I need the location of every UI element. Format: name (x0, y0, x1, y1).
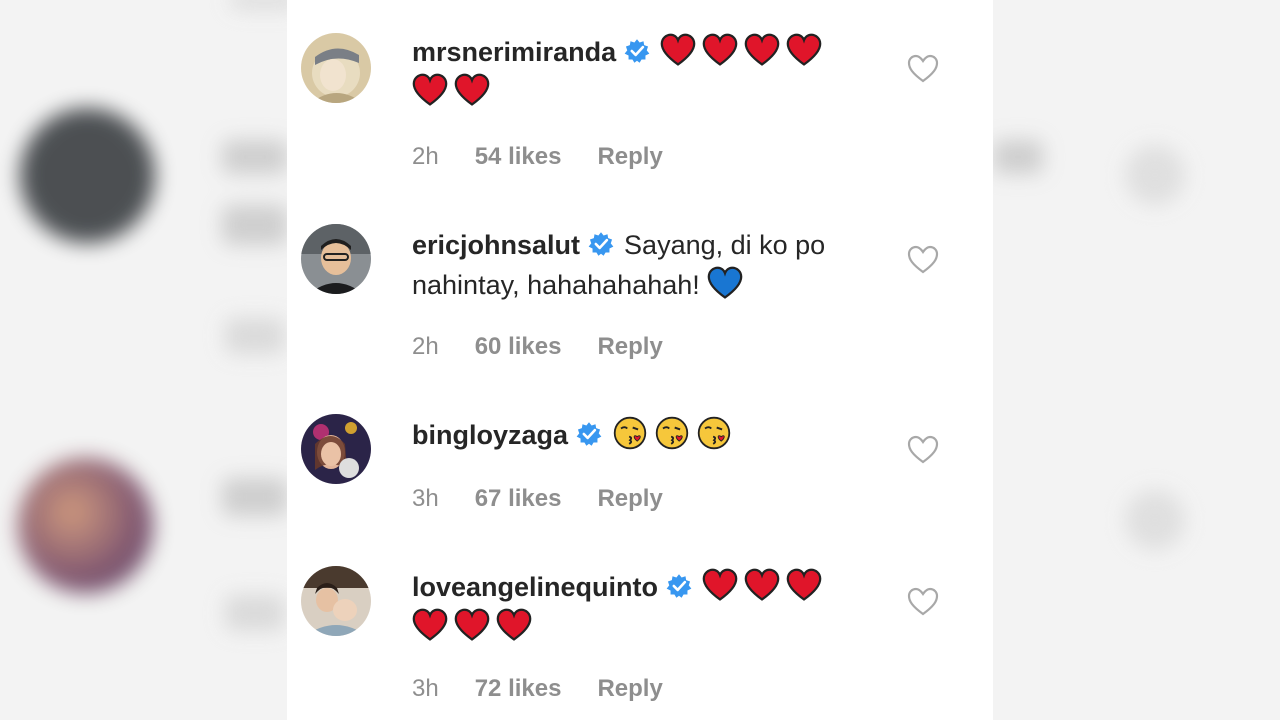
red-heart-icon (660, 33, 696, 66)
verified-badge-icon (666, 574, 692, 598)
comment-time[interactable]: 2h (412, 143, 439, 170)
kissing-face-icon (655, 416, 689, 450)
red-heart-icon (786, 568, 822, 601)
kissing-face-icon (613, 416, 647, 450)
comment-username[interactable]: mrsnerimiranda (412, 37, 616, 67)
like-heart-icon[interactable] (907, 54, 939, 84)
comment-time[interactable]: 3h (412, 675, 439, 702)
like-heart-icon[interactable] (907, 245, 939, 275)
red-heart-icon (412, 608, 448, 641)
likes-count[interactable]: 67 likes (475, 485, 562, 512)
avatar[interactable] (301, 33, 371, 103)
blurred-text (222, 140, 288, 174)
blue-heart-icon (707, 266, 743, 299)
like-heart-icon[interactable] (907, 435, 939, 465)
emoji-list (612, 416, 738, 450)
comment-meta: 3h 72 likes Reply (412, 675, 663, 703)
verified-badge-icon (576, 422, 602, 446)
comment-body: mrsnerimiranda (412, 32, 882, 112)
comment-meta: 3h 67 likes Reply (412, 485, 663, 513)
comment-meta: 2h 54 likes Reply (412, 143, 663, 171)
likes-count[interactable]: 72 likes (475, 675, 562, 702)
comment-username[interactable]: ericjohnsalut (412, 230, 580, 260)
blurred-icon (1125, 490, 1185, 550)
comments-panel: mrsnerimiranda 2h 54 likes Reply ericjoh… (287, 0, 993, 720)
red-heart-icon (744, 33, 780, 66)
red-heart-icon (744, 568, 780, 601)
comment-time[interactable]: 3h (412, 485, 439, 512)
verified-badge-icon (588, 232, 614, 256)
red-heart-icon (496, 608, 532, 641)
reply-button[interactable]: Reply (597, 675, 662, 702)
like-heart-icon[interactable] (907, 587, 939, 617)
likes-count[interactable]: 60 likes (475, 333, 562, 360)
red-heart-icon (454, 73, 490, 106)
comment-body: loveangelinequinto (412, 567, 882, 647)
blurred-text (222, 478, 288, 516)
kissing-face-icon (697, 416, 731, 450)
blurred-avatar (20, 108, 155, 243)
blurred-text (225, 318, 285, 354)
reply-button[interactable]: Reply (597, 143, 662, 170)
comment-meta: 2h 60 likes Reply (412, 333, 663, 361)
comment-username[interactable]: loveangelinequinto (412, 572, 658, 602)
red-heart-icon (702, 33, 738, 66)
comment-body: ericjohnsalut Sayang, di ko po nahintay, … (412, 225, 882, 305)
blurred-avatar (18, 458, 153, 593)
avatar[interactable] (301, 566, 371, 636)
comment-body: bingloyzaga (412, 415, 882, 455)
verified-badge-icon (624, 39, 650, 63)
red-heart-icon (454, 608, 490, 641)
comment-username[interactable]: bingloyzaga (412, 420, 568, 450)
likes-count[interactable]: 54 likes (475, 143, 562, 170)
screen: mrsnerimiranda 2h 54 likes Reply ericjoh… (0, 0, 1280, 720)
red-heart-icon (702, 568, 738, 601)
blurred-text (225, 595, 285, 631)
avatar[interactable] (301, 224, 371, 294)
blurred-text (993, 140, 1043, 174)
reply-button[interactable]: Reply (597, 485, 662, 512)
blurred-text (222, 205, 288, 245)
avatar[interactable] (301, 414, 371, 484)
blurred-icon (1125, 145, 1185, 205)
red-heart-icon (412, 73, 448, 106)
comment-time[interactable]: 2h (412, 333, 439, 360)
reply-button[interactable]: Reply (597, 333, 662, 360)
red-heart-icon (786, 33, 822, 66)
